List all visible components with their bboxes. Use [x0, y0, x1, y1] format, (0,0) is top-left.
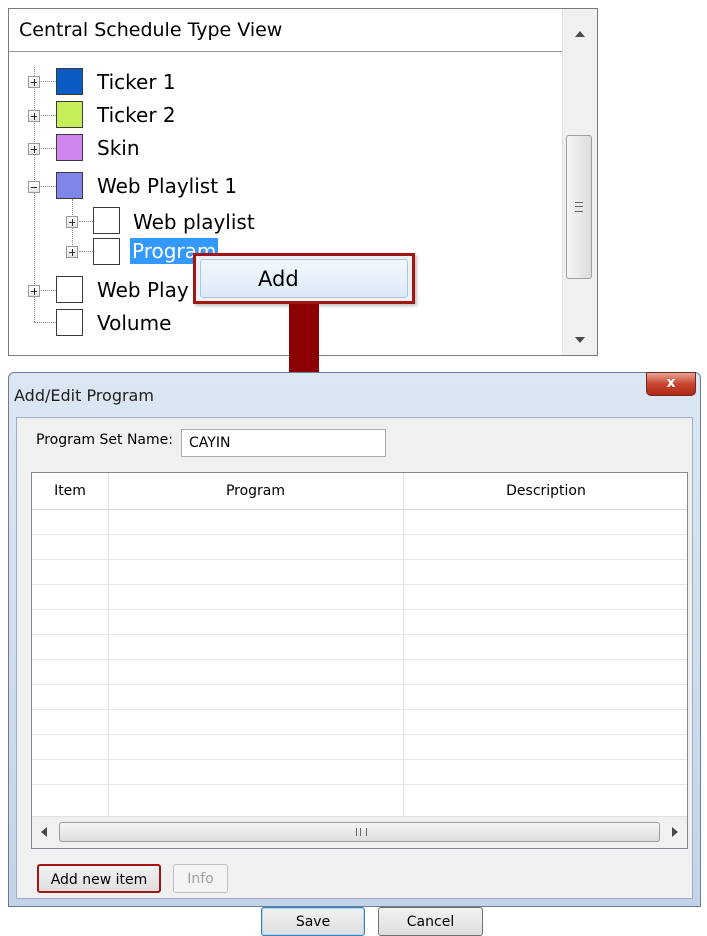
expand-plus-icon[interactable]	[66, 216, 78, 228]
tree-item-label[interactable]: Web Play	[97, 277, 189, 303]
table-horizontal-scrollbar[interactable]	[32, 816, 687, 848]
table-row	[32, 709, 687, 710]
expand-plus-icon[interactable]	[28, 143, 40, 155]
scrollbar-thumb[interactable]	[566, 135, 592, 279]
add-edit-program-dialog: Add/Edit Program x Program Set Name: Ite…	[8, 372, 701, 936]
tree-item-label[interactable]: Skin	[97, 135, 140, 161]
grip-icon	[355, 828, 367, 836]
column-header-description[interactable]: Description	[403, 473, 689, 509]
table-row	[32, 784, 687, 785]
expand-plus-icon[interactable]	[28, 110, 40, 122]
info-button[interactable]: Info	[173, 864, 228, 893]
tree-connector	[34, 322, 56, 323]
dialog-content: Program Set Name: Item Program Descripti…	[16, 417, 693, 936]
expand-plus-icon[interactable]	[28, 285, 40, 297]
table-row	[32, 534, 687, 535]
color-swatch	[56, 276, 83, 303]
table-row	[32, 759, 687, 760]
table-row	[32, 559, 687, 560]
close-button[interactable]: x	[646, 372, 696, 396]
color-swatch	[56, 309, 83, 336]
color-swatch	[93, 207, 120, 234]
collapse-minus-icon[interactable]	[28, 181, 40, 193]
color-swatch	[56, 134, 83, 161]
table-row	[32, 734, 687, 735]
program-table: Item Program Description	[31, 472, 688, 849]
column-divider	[403, 473, 404, 816]
column-header-item[interactable]: Item	[32, 473, 108, 509]
scroll-up-arrow-icon[interactable]	[575, 31, 585, 37]
color-swatch	[56, 101, 83, 128]
table-row	[32, 609, 687, 610]
context-menu: Add	[193, 253, 415, 304]
scroll-left-arrow-icon[interactable]	[41, 827, 47, 837]
cancel-button[interactable]: Cancel	[378, 907, 483, 936]
expand-plus-icon[interactable]	[28, 76, 40, 88]
table-row	[32, 584, 687, 585]
column-header-program[interactable]: Program	[108, 473, 403, 509]
tree-item-label[interactable]: Ticker 2	[97, 102, 176, 128]
color-swatch	[56, 172, 83, 199]
table-row	[32, 634, 687, 635]
table-header: Item Program Description	[32, 473, 687, 510]
save-button[interactable]: Save	[261, 907, 365, 936]
column-divider	[108, 473, 109, 816]
expand-plus-icon[interactable]	[66, 246, 78, 258]
close-icon: x	[666, 375, 676, 391]
program-set-name-label: Program Set Name:	[36, 432, 173, 448]
tree-item-label[interactable]: Web playlist	[133, 209, 255, 235]
table-row	[32, 684, 687, 685]
dialog-title: Add/Edit Program	[14, 386, 154, 405]
tree-item-label[interactable]: Volume	[97, 310, 171, 336]
color-swatch	[93, 238, 120, 265]
program-set-name-input[interactable]	[181, 429, 386, 457]
scroll-down-arrow-icon[interactable]	[575, 337, 585, 343]
scroll-right-arrow-icon[interactable]	[672, 827, 678, 837]
scrollbar-thumb[interactable]	[59, 822, 660, 842]
table-row	[32, 659, 687, 660]
add-new-item-button[interactable]: Add new item	[37, 864, 161, 893]
tree-item-label[interactable]: Ticker 1	[97, 69, 176, 95]
color-swatch	[56, 68, 83, 95]
grip-icon	[575, 202, 583, 212]
tree-panel-header: Central Schedule Type View	[9, 9, 597, 52]
tree-vertical-scrollbar[interactable]	[562, 9, 597, 355]
context-menu-add-item[interactable]: Add	[200, 259, 408, 298]
tree-connector	[34, 67, 35, 322]
tree-item-label[interactable]: Web Playlist 1	[97, 173, 237, 199]
